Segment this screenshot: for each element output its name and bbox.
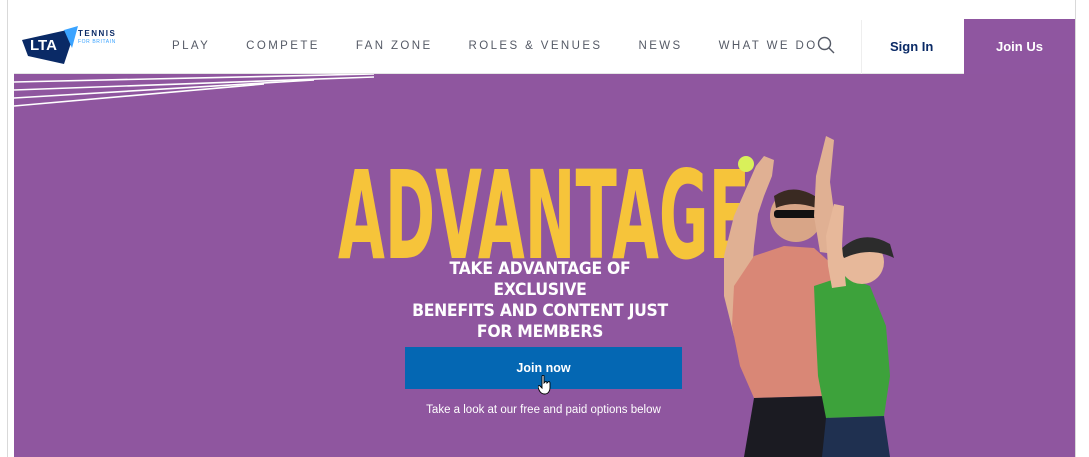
sign-in-link[interactable]: Sign In [890,39,933,54]
hero-banner: ADVANTAGE TAKE ADVANTAGE OF EXCLUSIVE BE… [14,74,1075,457]
site-header: LTA TENNIS FOR BRITAIN PLAY COMPETE FAN … [14,0,1075,74]
headline-text: ADVANTAGE [338,145,750,270]
main-nav: PLAY COMPETE FAN ZONE ROLES & VENUES NEW… [172,40,854,52]
join-us-button[interactable]: Join Us [964,19,1075,74]
subheadline-line: TAKE ADVANTAGE OF EXCLUSIVE [449,259,631,300]
logo-wordmark: LTA [30,37,57,54]
hero-photo-players [724,136,894,457]
search-icon[interactable] [816,35,836,55]
right-window-edge [1075,0,1089,457]
nav-item-play[interactable]: PLAY [172,40,210,52]
nav-item-roles-venues[interactable]: ROLES & VENUES [469,40,603,52]
court-lines-decoration [14,74,374,107]
nav-item-compete[interactable]: COMPETE [246,40,320,52]
hand-pointer-icon [538,375,551,395]
hero-subheadline: TAKE ADVANTAGE OF EXCLUSIVE BENEFITS AND… [402,259,678,343]
hero-note: Take a look at our free and paid options… [426,404,661,416]
nav-item-what-we-do[interactable]: WHAT WE DO [719,40,818,52]
nav-item-fan-zone[interactable]: FAN ZONE [356,40,433,52]
logo-tagline: TENNIS [78,29,117,38]
subheadline-line: BENEFITS AND CONTENT JUST [412,301,668,321]
left-window-edge [0,0,8,457]
subheadline-line: FOR MEMBERS [476,322,604,342]
nav-item-news[interactable]: NEWS [639,40,683,52]
browser-viewport: LTA TENNIS FOR BRITAIN PLAY COMPETE FAN … [0,0,1089,457]
header-divider [861,20,862,74]
hero-headline: ADVANTAGE [338,145,750,270]
logo-subtagline: FOR BRITAIN [78,39,116,45]
